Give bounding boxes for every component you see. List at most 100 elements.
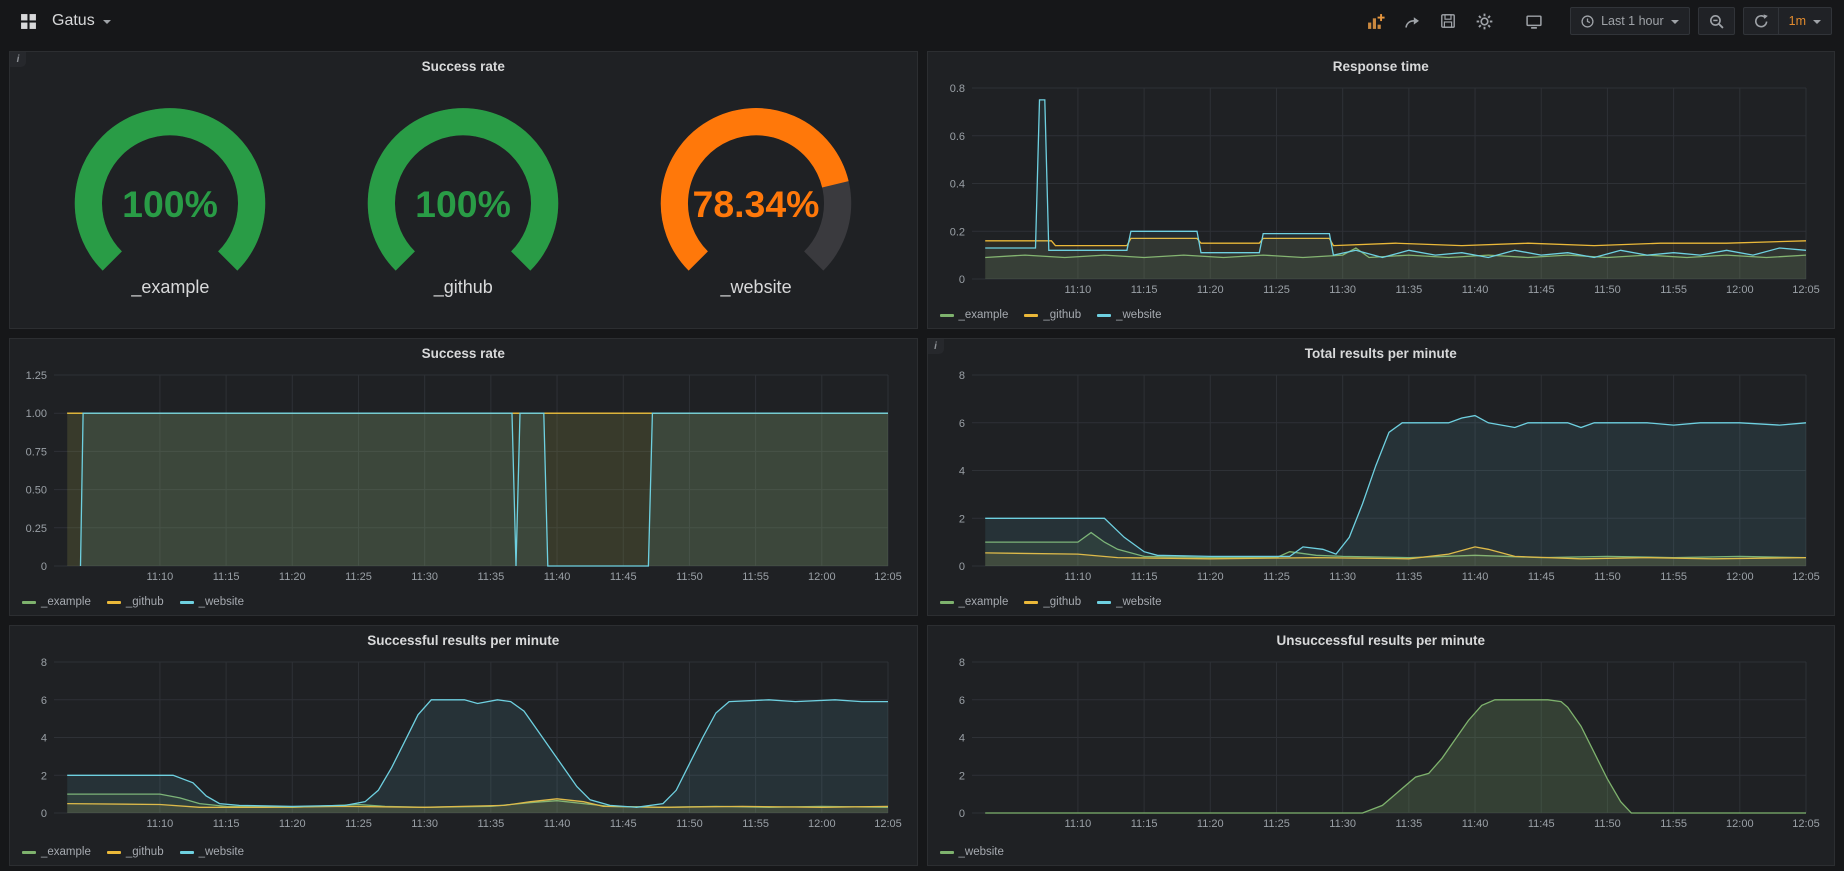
panel-success-rate-gauges: i Success rate 100%_example100%_github78… [9, 51, 918, 329]
legend-item-_example[interactable]: _example [22, 846, 91, 858]
legend-swatch-icon [107, 851, 121, 854]
apps-grid-icon[interactable] [14, 7, 42, 35]
svg-text:11:30: 11:30 [411, 818, 438, 830]
legend-swatch-icon [940, 601, 954, 604]
legend-swatch-icon [1024, 314, 1038, 317]
legend-label: _website [199, 846, 244, 858]
legend-item-_github[interactable]: _github [1024, 309, 1081, 321]
legend-swatch-icon [22, 601, 36, 604]
panel-info-icon[interactable]: i [10, 52, 26, 67]
svg-text:11:15: 11:15 [213, 818, 240, 830]
unsuccessful-results-chart[interactable]: 0246811:1011:1511:2011:2511:3011:3511:40… [936, 654, 1824, 832]
svg-text:12:05: 12:05 [1792, 284, 1820, 296]
svg-text:11:45: 11:45 [1527, 818, 1554, 830]
chart-area[interactable]: 00.250.500.751.001.2511:1011:1511:2011:2… [10, 365, 917, 595]
svg-text:11:55: 11:55 [1660, 571, 1687, 583]
svg-text:11:15: 11:15 [213, 571, 240, 583]
legend-label: _github [126, 846, 164, 858]
panel-title[interactable]: Success rate [10, 52, 917, 78]
successful-results-chart[interactable]: 0246811:1011:1511:2011:2511:3011:3511:40… [18, 654, 906, 832]
success-rate-chart[interactable]: 00.250.500.751.001.2511:1011:1511:2011:2… [18, 367, 906, 585]
chart-area[interactable]: 0246811:1011:1511:2011:2511:3011:3511:40… [928, 365, 1835, 595]
legend-item-_github[interactable]: _github [107, 846, 164, 858]
chart-area[interactable]: 00.20.40.60.811:1011:1511:2011:2511:3011… [928, 78, 1835, 308]
time-range-label: Last 1 hour [1601, 14, 1664, 28]
panel-info-icon[interactable]: i [928, 339, 944, 354]
legend-label: _example [41, 596, 91, 608]
svg-text:11:40: 11:40 [544, 818, 571, 830]
svg-text:12:00: 12:00 [1726, 818, 1754, 830]
total-results-chart[interactable]: 0246811:1011:1511:2011:2511:3011:3511:40… [936, 367, 1824, 585]
svg-text:0.6: 0.6 [949, 131, 964, 143]
dashboard-settings-button[interactable] [1470, 7, 1498, 35]
legend: _example _github _website [10, 595, 917, 615]
refresh-button[interactable] [1743, 7, 1778, 35]
svg-text:11:50: 11:50 [676, 818, 703, 830]
legend-item-_website[interactable]: _website [1097, 596, 1161, 608]
gauge-_github: 100% _github [338, 99, 588, 298]
cycle-view-mode-button[interactable] [1520, 7, 1548, 35]
legend-item-_website[interactable]: _website [180, 846, 244, 858]
svg-text:11:45: 11:45 [1527, 571, 1554, 583]
legend-item-_github[interactable]: _github [1024, 596, 1081, 608]
time-range-picker[interactable]: Last 1 hour [1570, 7, 1690, 35]
svg-text:100%: 100% [123, 182, 219, 224]
add-panel-button[interactable] [1362, 7, 1390, 35]
share-dashboard-button[interactable] [1398, 7, 1426, 35]
svg-text:100%: 100% [415, 182, 511, 224]
save-dashboard-button[interactable] [1434, 7, 1462, 35]
response-time-chart[interactable]: 00.20.40.60.811:1011:1511:2011:2511:3011… [936, 80, 1824, 298]
legend-swatch-icon [1097, 314, 1111, 317]
svg-text:11:10: 11:10 [1064, 571, 1091, 583]
svg-text:11:20: 11:20 [1196, 818, 1223, 830]
svg-text:0: 0 [41, 808, 47, 820]
svg-text:11:10: 11:10 [147, 818, 174, 830]
legend-item-_website[interactable]: _website [180, 596, 244, 608]
chart-area[interactable]: 0246811:1011:1511:2011:2511:3011:3511:40… [10, 652, 917, 845]
panel-title[interactable]: Response time [928, 52, 1835, 78]
svg-text:4: 4 [41, 733, 47, 745]
legend-item-_website[interactable]: _website [1097, 309, 1161, 321]
svg-text:11:45: 11:45 [610, 818, 637, 830]
legend: _website [928, 845, 1835, 865]
svg-text:0: 0 [41, 561, 47, 573]
svg-text:1.00: 1.00 [26, 408, 47, 420]
svg-text:11:30: 11:30 [411, 571, 438, 583]
panel-title[interactable]: Success rate [10, 339, 917, 365]
refresh-interval-label: 1m [1789, 14, 1806, 28]
panel-title[interactable]: Successful results per minute [10, 626, 917, 652]
dashboard-title[interactable]: Gatus [52, 12, 111, 30]
svg-text:11:35: 11:35 [1395, 284, 1422, 296]
legend-item-_website[interactable]: _website [940, 846, 1004, 858]
svg-text:11:35: 11:35 [477, 571, 504, 583]
svg-text:11:55: 11:55 [742, 818, 769, 830]
legend-item-_example[interactable]: _example [940, 309, 1009, 321]
panel-title[interactable]: Unsuccessful results per minute [928, 626, 1835, 652]
svg-text:0.2: 0.2 [949, 226, 964, 238]
svg-text:2: 2 [958, 513, 964, 525]
gauge-_example: 100%_example [45, 99, 295, 298]
svg-text:11:40: 11:40 [1461, 571, 1488, 583]
svg-text:12:05: 12:05 [874, 818, 902, 830]
svg-text:11:25: 11:25 [1263, 818, 1290, 830]
legend-label: _github [1043, 309, 1081, 321]
legend-item-_example[interactable]: _example [22, 596, 91, 608]
legend: _example _github _website [10, 845, 917, 865]
legend-item-_example[interactable]: _example [940, 596, 1009, 608]
legend-label: _github [1043, 596, 1081, 608]
svg-text:0.50: 0.50 [26, 485, 47, 497]
zoom-out-button[interactable] [1698, 7, 1735, 35]
refresh-interval-picker[interactable]: 1m [1778, 7, 1832, 35]
svg-text:11:30: 11:30 [1329, 818, 1356, 830]
gauge-label: _github [434, 277, 493, 298]
svg-text:11:45: 11:45 [610, 571, 637, 583]
gauge-arc: 78.34% [631, 99, 881, 277]
svg-text:6: 6 [41, 695, 47, 707]
chart-area[interactable]: 0246811:1011:1511:2011:2511:3011:3511:40… [928, 652, 1835, 845]
zoom-out-icon [1709, 14, 1724, 29]
legend-item-_github[interactable]: _github [107, 596, 164, 608]
tv-monitor-icon [1525, 13, 1543, 30]
panel-title[interactable]: Total results per minute [928, 339, 1835, 365]
legend-label: _example [41, 846, 91, 858]
svg-text:11:10: 11:10 [1064, 284, 1091, 296]
